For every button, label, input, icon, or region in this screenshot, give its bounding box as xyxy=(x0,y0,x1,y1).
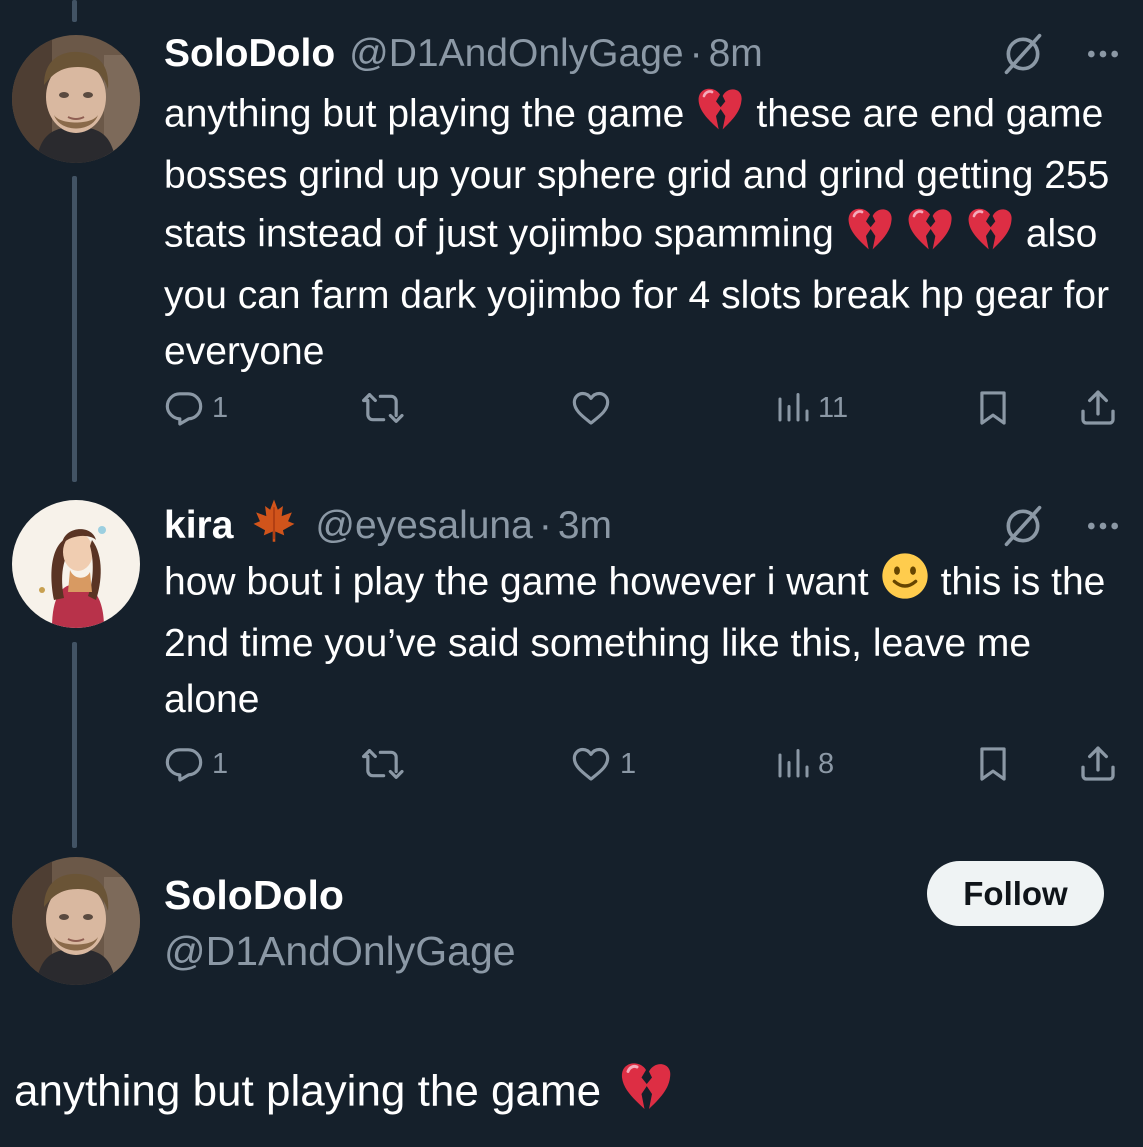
grok-icon[interactable] xyxy=(1001,32,1045,76)
display-name[interactable]: SoloDolo xyxy=(164,30,335,78)
thread-line-top xyxy=(72,0,77,22)
focused-tweet-text-part: anything but playing the game xyxy=(14,1066,602,1116)
timestamp[interactable]: 3m xyxy=(558,502,612,550)
bookmark-icon xyxy=(974,388,1012,428)
maple-leaf-emoji xyxy=(251,497,297,555)
reply-count: 1 xyxy=(212,391,229,424)
profile-handle[interactable]: @D1AndOnlyGage xyxy=(164,926,516,976)
more-icon[interactable] xyxy=(1083,34,1123,74)
tweet-text: anything but playing the game these are e… xyxy=(164,84,1124,380)
bookmark-button[interactable] xyxy=(974,380,1012,436)
share-icon xyxy=(1078,388,1118,428)
share-button[interactable] xyxy=(1078,380,1118,436)
display-name[interactable]: kira xyxy=(164,502,233,550)
broken-heart-emoji xyxy=(906,204,954,268)
like-button[interactable]: 1 xyxy=(570,736,636,792)
views-icon xyxy=(774,746,810,782)
more-icon[interactable] xyxy=(1083,506,1123,546)
handle[interactable]: @eyesaluna xyxy=(315,502,532,550)
heart-icon xyxy=(570,744,612,784)
timestamp[interactable]: 8m xyxy=(709,30,763,78)
profile-display-name[interactable]: SoloDolo xyxy=(164,870,344,920)
reply-icon xyxy=(164,388,204,428)
views-icon xyxy=(774,390,810,426)
views-count: 8 xyxy=(818,747,835,780)
bookmark-button[interactable] xyxy=(974,736,1012,792)
views-button[interactable]: 11 xyxy=(774,380,848,436)
avatar[interactable] xyxy=(12,35,140,163)
reply-button[interactable]: 1 xyxy=(164,736,228,792)
avatar-image xyxy=(12,35,140,163)
repost-button[interactable] xyxy=(360,380,404,436)
share-icon xyxy=(1078,744,1118,784)
share-button[interactable] xyxy=(1078,736,1118,792)
avatar[interactable] xyxy=(12,500,140,628)
broken-heart-emoji xyxy=(966,204,1014,268)
broken-heart-emoji xyxy=(846,204,894,268)
handle[interactable]: @D1AndOnlyGage xyxy=(349,30,683,78)
tweet-header: SoloDolo @D1AndOnlyGage · 8m xyxy=(164,30,1123,78)
avatar-image xyxy=(12,500,140,628)
follow-button[interactable]: Follow xyxy=(927,861,1104,926)
reply-icon xyxy=(164,744,204,784)
repost-button[interactable] xyxy=(360,736,404,792)
separator: · xyxy=(689,32,703,75)
separator: · xyxy=(538,504,552,547)
like-button[interactable] xyxy=(570,380,620,436)
thread-line-2 xyxy=(72,642,77,848)
avatar-image xyxy=(12,857,140,985)
repost-icon xyxy=(360,388,404,428)
reply-count: 1 xyxy=(212,747,229,780)
views-button[interactable]: 8 xyxy=(774,736,834,792)
bookmark-icon xyxy=(974,744,1012,784)
views-count: 11 xyxy=(818,391,849,424)
action-bar: 1 1 8 xyxy=(164,736,1124,792)
tweet-header: kira @eyesaluna · 3m xyxy=(164,497,1123,555)
thread-line-1 xyxy=(72,176,77,482)
avatar[interactable] xyxy=(12,857,140,985)
broken-heart-emoji xyxy=(696,84,744,148)
grok-icon[interactable] xyxy=(1001,504,1045,548)
tweet-text-part: anything but playing the game xyxy=(164,92,685,136)
smile-emoji xyxy=(881,552,929,616)
tweet-text-part: how bout i play the game however i want xyxy=(164,560,869,604)
tweet-text: how bout i play the game however i want t… xyxy=(164,552,1124,728)
repost-icon xyxy=(360,744,404,784)
broken-heart-emoji xyxy=(619,1058,673,1130)
focused-tweet-text: anything but playing the game xyxy=(14,1058,685,1130)
heart-icon xyxy=(570,388,612,428)
reply-button[interactable]: 1 xyxy=(164,380,228,436)
action-bar: 1 11 xyxy=(164,380,1124,436)
like-count: 1 xyxy=(620,747,637,780)
